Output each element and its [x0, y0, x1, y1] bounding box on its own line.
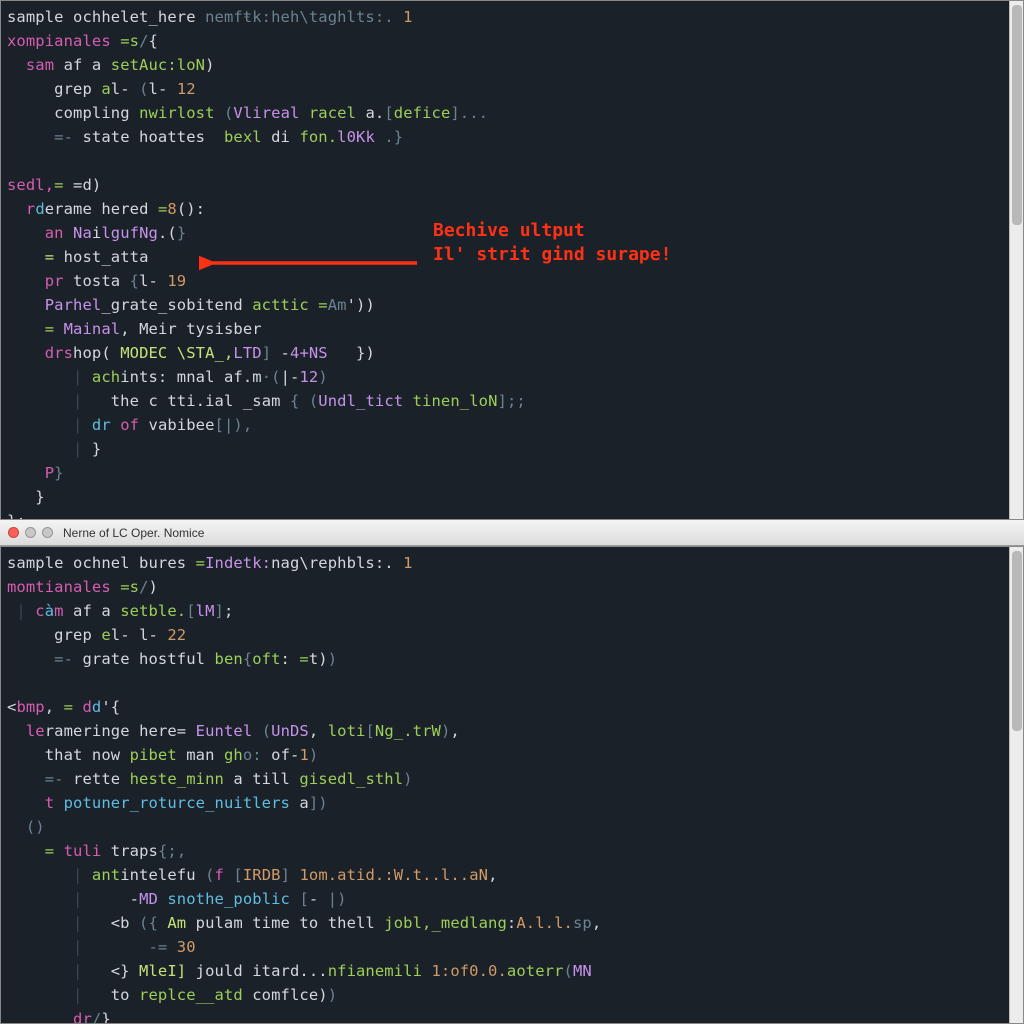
code-line: grep el- l- 22: [7, 623, 1013, 647]
code-line: }: [7, 485, 1013, 509]
code-line: | -= 30: [7, 935, 1013, 959]
code-line: sedl,= =d): [7, 173, 1013, 197]
code-line: sample ochhelet_here nemfŧk:heh\taghlts:…: [7, 5, 1013, 29]
code-line: };: [7, 509, 1013, 520]
scrollbar-thumb-top[interactable]: [1012, 5, 1022, 225]
code-line: = host_atta: [7, 245, 1013, 269]
scrollbar-thumb-bottom[interactable]: [1012, 551, 1022, 731]
code-line: sample ochnel bures =Indetk:nag\rephbls:…: [7, 551, 1013, 575]
code-line: momtianales =s/): [7, 575, 1013, 599]
code-line: pr tosta {l- 19: [7, 269, 1013, 293]
code-line: rderame hered =8():: [7, 197, 1013, 221]
scrollbar-bottom[interactable]: [1009, 547, 1023, 1023]
traffic-light-zoom-icon[interactable]: [42, 527, 53, 538]
editor-pane-top[interactable]: sample ochhelet_here nemfŧk:heh\taghlts:…: [0, 0, 1024, 520]
code-line: xompianales =s/{: [7, 29, 1013, 53]
code-line: grep al- (l- 12: [7, 77, 1013, 101]
code-line: | antintelefu (f [IRDB] 1om.atid.:W.t..l…: [7, 863, 1013, 887]
code-line: | the c tti.ial _sam { (Undl_tict tinen_…: [7, 389, 1013, 413]
editor-pane-bottom[interactable]: sample ochnel bures =Indetk:nag\rephbls:…: [0, 546, 1024, 1024]
code-line: | <} MleI] jould itard...nfianemili 1:of…: [7, 959, 1013, 983]
code-line: <bmp, = dd'{: [7, 695, 1013, 719]
code-line: sam af a setAuc:loN): [7, 53, 1013, 77]
code-line: | to replce__atd comflce)): [7, 983, 1013, 1007]
code-line: | -MD snothe_poblic [- |): [7, 887, 1013, 911]
code-line: | <b ({ Am pulam time to thell jobl,_med…: [7, 911, 1013, 935]
code-line: P}: [7, 461, 1013, 485]
code-line: = tuli traps{;,: [7, 839, 1013, 863]
code-line: = Mainal, Meir tysisber: [7, 317, 1013, 341]
code-line: =- rette heste_minn a till gisedl_sthl): [7, 767, 1013, 791]
code-line: lerameringe here= Euntel (UnDS, loti[Ng_…: [7, 719, 1013, 743]
code-line: Parhel_grate_sobitend acttic =Am')): [7, 293, 1013, 317]
tab-title: Nerne of LC Oper. Nomice: [63, 526, 204, 540]
code-area-top[interactable]: sample ochhelet_here nemfŧk:heh\taghlts:…: [1, 1, 1023, 520]
code-line: that now pibet man gho: of-1): [7, 743, 1013, 767]
scrollbar-top[interactable]: [1009, 1, 1023, 519]
code-line: drshop( MODEC \STA_,LTD] -4+NS }): [7, 341, 1013, 365]
traffic-lights: [8, 527, 53, 538]
code-line: [7, 671, 1013, 695]
code-area-bottom[interactable]: sample ochnel bures =Indetk:nag\rephbls:…: [1, 547, 1023, 1024]
code-line: an NailgufNg.(}: [7, 221, 1013, 245]
code-line: | càm af a setble.[lM];: [7, 599, 1013, 623]
code-line: compling nwirlost (Vlireal racel a.[defi…: [7, 101, 1013, 125]
code-line: dr/}: [7, 1007, 1013, 1024]
code-line: | dr of vabibee[|),: [7, 413, 1013, 437]
traffic-light-close-icon[interactable]: [8, 527, 19, 538]
code-line: t potuner_roturce_nuitlers a]): [7, 791, 1013, 815]
code-line: [7, 149, 1013, 173]
code-line: (): [7, 815, 1013, 839]
tab-bar: Nerne of LC Oper. Nomice: [0, 520, 1024, 546]
code-line: | achints: mnal af.m·(|-12): [7, 365, 1013, 389]
traffic-light-minimize-icon[interactable]: [25, 527, 36, 538]
code-line: =- state hoattes bexl di fon.l0Kk .}: [7, 125, 1013, 149]
code-line: =- grate hostful ben{oft: =t)): [7, 647, 1013, 671]
code-line: | }: [7, 437, 1013, 461]
